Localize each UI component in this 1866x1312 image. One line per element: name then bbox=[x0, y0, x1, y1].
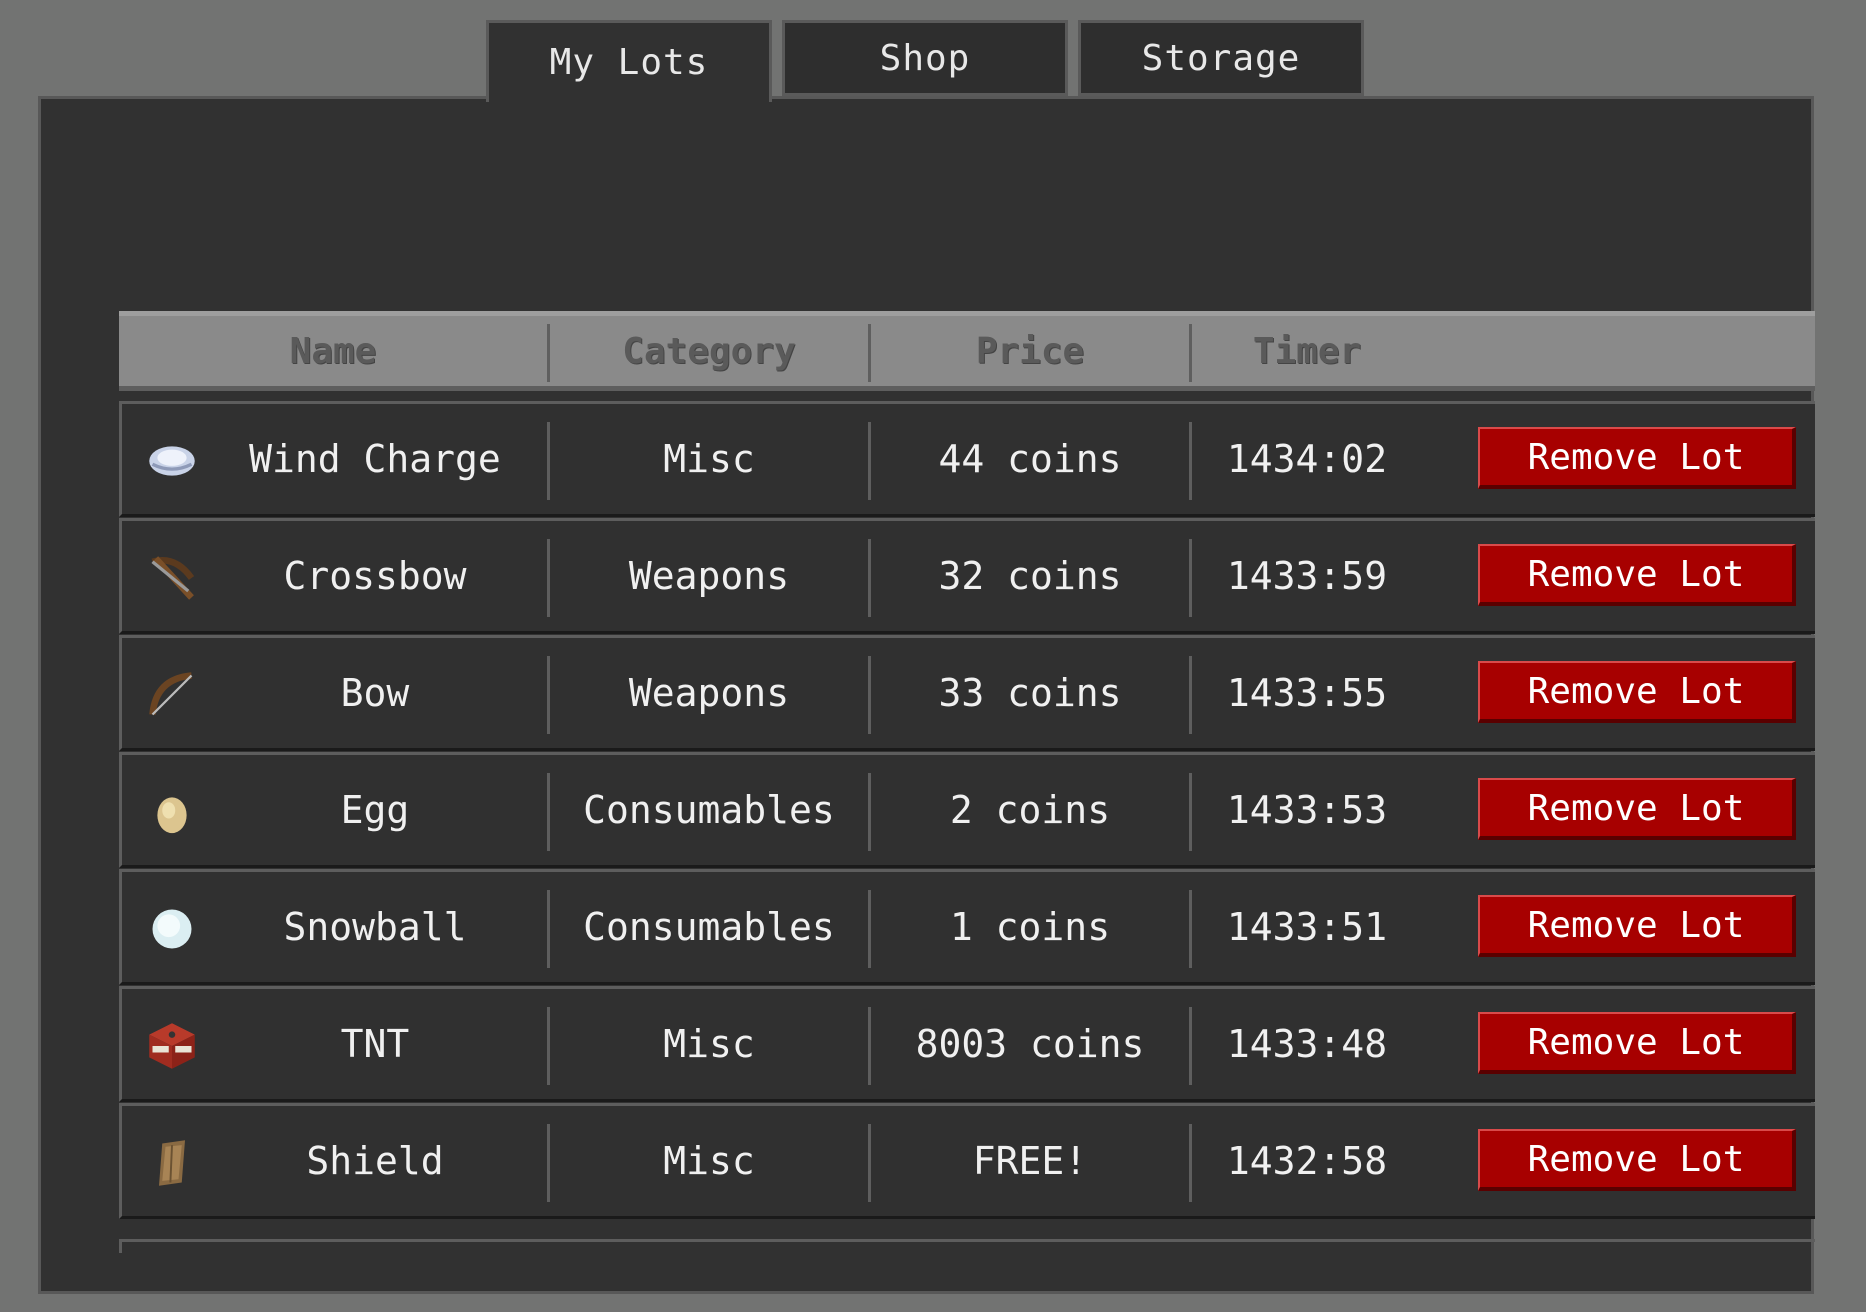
item-category: Consumables bbox=[583, 788, 835, 832]
item-timer: 1433:59 bbox=[1226, 554, 1388, 598]
wind-charge-icon bbox=[146, 435, 198, 487]
item-timer: 1433:51 bbox=[1226, 905, 1388, 949]
column-header-timer[interactable]: Timer bbox=[1192, 316, 1422, 386]
table-row: Bow Weapons 33 coins 1433:55 Remove Lot bbox=[119, 635, 1815, 751]
tab-shop[interactable]: Shop bbox=[782, 20, 1068, 96]
item-price: 8003 coins bbox=[915, 1022, 1145, 1066]
table-row: Snowball Consumables 1 coins 1433:51 Rem… bbox=[119, 869, 1815, 985]
item-price: FREE! bbox=[972, 1139, 1088, 1183]
remove-lot-button[interactable]: Remove Lot bbox=[1478, 661, 1796, 723]
item-name: Bow bbox=[340, 671, 410, 715]
item-name: Egg bbox=[340, 788, 410, 832]
item-name: Shield bbox=[306, 1139, 444, 1183]
item-name: Snowball bbox=[283, 905, 467, 949]
column-header-price[interactable]: Price bbox=[871, 316, 1189, 386]
table-row: Wind Charge Misc 44 coins 1434:02 Remove… bbox=[119, 401, 1815, 517]
item-category: Weapons bbox=[628, 554, 790, 598]
item-name: TNT bbox=[340, 1022, 410, 1066]
item-category: Weapons bbox=[628, 671, 790, 715]
tab-my-lots[interactable]: My Lots bbox=[486, 20, 772, 102]
item-timer: 1433:48 bbox=[1226, 1022, 1388, 1066]
table-row: Crossbow Weapons 32 coins 1433:59 Remove… bbox=[119, 518, 1815, 634]
item-price: 44 coins bbox=[938, 437, 1122, 481]
lots-table: Name Category Price Timer Wind Charge Mi… bbox=[119, 307, 1815, 1253]
item-timer: 1433:53 bbox=[1226, 788, 1388, 832]
crossbow-icon bbox=[146, 552, 198, 604]
tab-storage[interactable]: Storage bbox=[1078, 20, 1364, 96]
remove-lot-button[interactable]: Remove Lot bbox=[1478, 427, 1796, 489]
item-price: 1 coins bbox=[949, 905, 1111, 949]
remove-lot-button[interactable]: Remove Lot bbox=[1478, 1129, 1796, 1191]
table-header: Name Category Price Timer bbox=[119, 311, 1815, 391]
remove-lot-button[interactable]: Remove Lot bbox=[1478, 1012, 1796, 1074]
item-price: 32 coins bbox=[938, 554, 1122, 598]
table-row: Egg Consumables 2 coins 1433:53 Remove L… bbox=[119, 752, 1815, 868]
auction-panel: Name Category Price Timer Wind Charge Mi… bbox=[38, 96, 1815, 1294]
column-header-name[interactable]: Name bbox=[119, 316, 547, 386]
column-header-category[interactable]: Category bbox=[550, 316, 868, 386]
item-price: 2 coins bbox=[949, 788, 1111, 832]
partial-row bbox=[119, 1239, 1815, 1253]
remove-lot-button[interactable]: Remove Lot bbox=[1478, 544, 1796, 606]
remove-lot-button[interactable]: Remove Lot bbox=[1478, 895, 1796, 957]
item-category: Misc bbox=[663, 1022, 755, 1066]
item-timer: 1432:58 bbox=[1226, 1139, 1388, 1183]
item-name: Crossbow bbox=[283, 554, 467, 598]
item-timer: 1434:02 bbox=[1226, 437, 1388, 481]
item-category: Misc bbox=[663, 437, 755, 481]
item-category: Misc bbox=[663, 1139, 755, 1183]
item-price: 33 coins bbox=[938, 671, 1122, 715]
table-row: TNT Misc 8003 coins 1433:48 Remove Lot bbox=[119, 986, 1815, 1102]
item-name: Wind Charge bbox=[249, 437, 501, 481]
remove-lot-button[interactable]: Remove Lot bbox=[1478, 778, 1796, 840]
bow-icon bbox=[146, 669, 198, 721]
item-category: Consumables bbox=[583, 905, 835, 949]
item-timer: 1433:55 bbox=[1226, 671, 1388, 715]
shield-icon bbox=[146, 1137, 198, 1189]
snowball-icon bbox=[146, 903, 198, 955]
tnt-icon bbox=[146, 1020, 198, 1072]
table-row: Shield Misc FREE! 1432:58 Remove Lot bbox=[119, 1103, 1815, 1219]
egg-icon bbox=[146, 786, 198, 838]
